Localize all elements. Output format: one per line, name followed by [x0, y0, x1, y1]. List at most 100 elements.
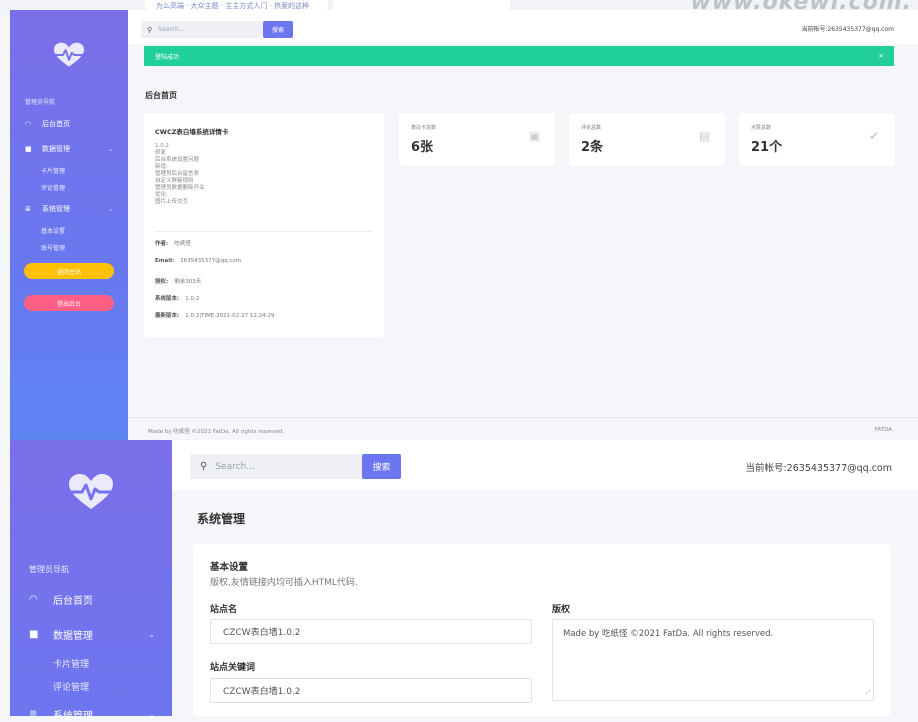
search-placeholder: Search...	[215, 461, 255, 472]
info-label: Email:	[155, 258, 175, 264]
search-placeholder: Search...	[158, 26, 185, 33]
sidebar: 管理员导航 ◠ 后台首页 ■ 数据管理 ⌄ 卡片管理 评论管理 ≣ 系统管理 ⌄…	[10, 10, 128, 440]
search-button[interactable]: 搜索	[362, 454, 401, 479]
copyright-text: Made by 吃纸怪 ©2021 FatDa. All rights rese…	[563, 629, 774, 639]
info-value: 剩余303天	[174, 279, 202, 285]
thumbs-up-icon: ✔	[869, 129, 880, 143]
changelog: 1.0.2 修复 后台系统设置问题 新增: 管理员后台留言表 自定义屏蔽规则 管…	[155, 143, 205, 205]
sidebar-item-data[interactable]: ■ 数据管理 ⌄	[29, 627, 169, 642]
sidebar-item-system[interactable]: ≣ 系统管理 ⌄	[25, 204, 125, 214]
site-name-label: 站点名	[210, 605, 238, 615]
settings-icon: ≣	[25, 205, 31, 213]
search-icon: ⚲	[147, 25, 153, 34]
copyright-textarea[interactable]: Made by 吃纸怪 ©2021 FatDa. All rights rese…	[552, 619, 874, 701]
main-content: ⚲ Search... 搜索 当前帐号:2635435377@qq.com 登陆…	[128, 10, 918, 440]
dashboard-icon: ◠	[25, 120, 32, 128]
stat-value: 2条	[581, 140, 604, 155]
sidebar-item-label: 后台首页	[42, 120, 70, 128]
stat-card-comments: 评论总数 2条 ▤	[569, 113, 725, 166]
footer-brand: FATDA	[874, 427, 892, 433]
sidebar-subitem-cards[interactable]: 卡片管理	[41, 166, 65, 175]
search-input[interactable]: ⚲ Search...	[190, 454, 362, 479]
data-icon: ■	[29, 629, 39, 640]
close-icon[interactable]: ×	[878, 52, 884, 60]
page-title: 系统管理	[197, 512, 246, 526]
search-input[interactable]: ⚲ Search...	[141, 21, 263, 38]
info-row-version: 系统版本: 1.0.2	[155, 294, 199, 302]
section-heading: 基本设置	[210, 562, 249, 573]
system-info-card: CWCZ表白墙系统详情卡 1.0.2 修复 后台系统设置问题 新增: 管理员后台…	[144, 113, 384, 337]
footer-copyright: Made by 吃纸怪 ©2021 FatDa. All rights rese…	[148, 429, 285, 435]
search-icon: ⚲	[200, 461, 208, 472]
info-label: 作者:	[155, 241, 169, 247]
settings-icon: ≣	[29, 709, 38, 720]
sidebar-item-home[interactable]: ◠ 后台首页	[29, 592, 169, 607]
info-value: 1.0.2|TIME:2021-02-27 12:24:29	[185, 313, 275, 319]
copyright-label: 版权	[552, 605, 571, 615]
header: ⚲ Search... 搜索 当前帐号:2635435377@qq.com	[172, 440, 918, 490]
header: ⚲ Search... 搜索 当前帐号:2635435377@qq.com	[128, 10, 918, 44]
stat-value: 21个	[751, 140, 783, 155]
watermark: www.okewl.com.	[691, 0, 912, 10]
sidebar-subitem-comments[interactable]: 评论管理	[53, 680, 89, 693]
nav-title: 管理员导航	[25, 99, 56, 106]
site-keywords-label: 站点关键词	[210, 663, 256, 673]
sidebar-item-label: 数据管理	[42, 145, 70, 153]
comment-icon: ▤	[699, 129, 711, 143]
stat-card-likes: 点赞总数 21个 ✔	[739, 113, 895, 166]
account-label: 当前帐号:2635435377@qq.com	[801, 26, 894, 33]
resize-handle-icon[interactable]: ⟋	[865, 688, 871, 698]
sidebar-subitem-basic-settings[interactable]: 基本设置	[41, 226, 65, 235]
page-title: 后台首页	[145, 91, 177, 100]
search-button[interactable]: 搜索	[263, 21, 293, 38]
info-value: 吃纸怪	[174, 241, 191, 247]
site-name-input[interactable]: CZCW表白墙1.0.2	[210, 619, 532, 644]
chevron-down-icon: ⌄	[148, 710, 155, 719]
top-strip-links[interactable]: 为么高端 · 大众主题 · 主主方式人门 · 热爱的这种	[156, 1, 309, 10]
chevron-down-icon: ⌄	[107, 145, 113, 153]
info-card-title: CWCZ表白墙系统详情卡	[155, 128, 229, 136]
sidebar-subitem-comments[interactable]: 评论管理	[41, 183, 65, 192]
sidebar-item-label: 系统管理	[42, 205, 70, 213]
info-row-email: Email: 2635435377@qq.com	[155, 258, 241, 264]
heart-pulse-logo-icon	[69, 474, 113, 509]
info-label: 最新版本:	[155, 313, 180, 319]
sidebar-item-data[interactable]: ■ 数据管理 ⌄	[25, 144, 125, 154]
site-keywords-input[interactable]: CZCW表白墙1.0.2	[210, 678, 532, 703]
system-settings-screen: 管理员导航 ◠ 后台首页 ■ 数据管理 ⌄ 卡片管理 评论管理 ≣ 系统管理 ⌄…	[0, 440, 918, 722]
data-icon: ■	[25, 145, 32, 153]
stat-value: 6张	[411, 140, 434, 155]
account-label: 当前帐号:2635435377@qq.com	[745, 463, 892, 474]
info-row-latest: 最新版本: 1.0.2|TIME:2021-02-27 12:24:29	[155, 311, 275, 319]
return-site-button[interactable]: 返回主站	[24, 263, 114, 279]
stat-label: 表白卡总数	[411, 125, 437, 131]
info-value: 1.0.2	[185, 296, 200, 302]
top-strip-card-2	[333, 0, 510, 10]
top-strip: 为么高端 · 大众主题 · 主主方式人门 · 热爱的这种 www.okewl.c…	[0, 0, 918, 10]
sidebar-item-home[interactable]: ◠ 后台首页	[25, 119, 125, 129]
dashboard-icon: ◠	[29, 594, 38, 605]
stat-label: 点赞总数	[751, 125, 772, 131]
chevron-down-icon: ⌄	[107, 205, 113, 213]
sidebar: 管理员导航 ◠ 后台首页 ■ 数据管理 ⌄ 卡片管理 评论管理 ≣ 系统管理 ⌄	[10, 440, 172, 722]
sidebar-subitem-cards[interactable]: 卡片管理	[53, 657, 89, 670]
info-row-license: 授权: 剩余303天	[155, 277, 201, 285]
nav-title: 管理员导航	[29, 565, 69, 574]
stat-card-cards: 表白卡总数 6张 ▣	[399, 113, 555, 166]
logout-button[interactable]: 登出后台	[24, 295, 114, 311]
info-label: 系统版本:	[155, 296, 180, 302]
divider	[155, 231, 372, 232]
alert-text: 登陆成功	[155, 53, 180, 61]
sidebar-item-label: 系统管理	[53, 711, 93, 722]
basic-settings-card: 基本设置 版权,友情链接内均可插入HTML代码. 站点名 CZCW表白墙1.0.…	[193, 544, 890, 716]
sidebar-subitem-accounts[interactable]: 账号管理	[41, 243, 65, 252]
footer: Made by 吃纸怪 ©2021 FatDa. All rights rese…	[128, 417, 918, 440]
info-value: 2635435377@qq.com	[180, 258, 242, 264]
success-alert: 登陆成功 ×	[144, 46, 894, 66]
dashboard-screen: 管理员导航 ◠ 后台首页 ■ 数据管理 ⌄ 卡片管理 评论管理 ≣ 系统管理 ⌄…	[0, 10, 918, 440]
sidebar-item-label: 后台首页	[53, 596, 93, 607]
info-row-author: 作者: 吃纸怪	[155, 239, 191, 247]
info-label: 授权:	[155, 279, 169, 285]
sidebar-item-system[interactable]: ≣ 系统管理 ⌄	[29, 707, 169, 722]
heart-pulse-logo-icon	[53, 42, 85, 67]
